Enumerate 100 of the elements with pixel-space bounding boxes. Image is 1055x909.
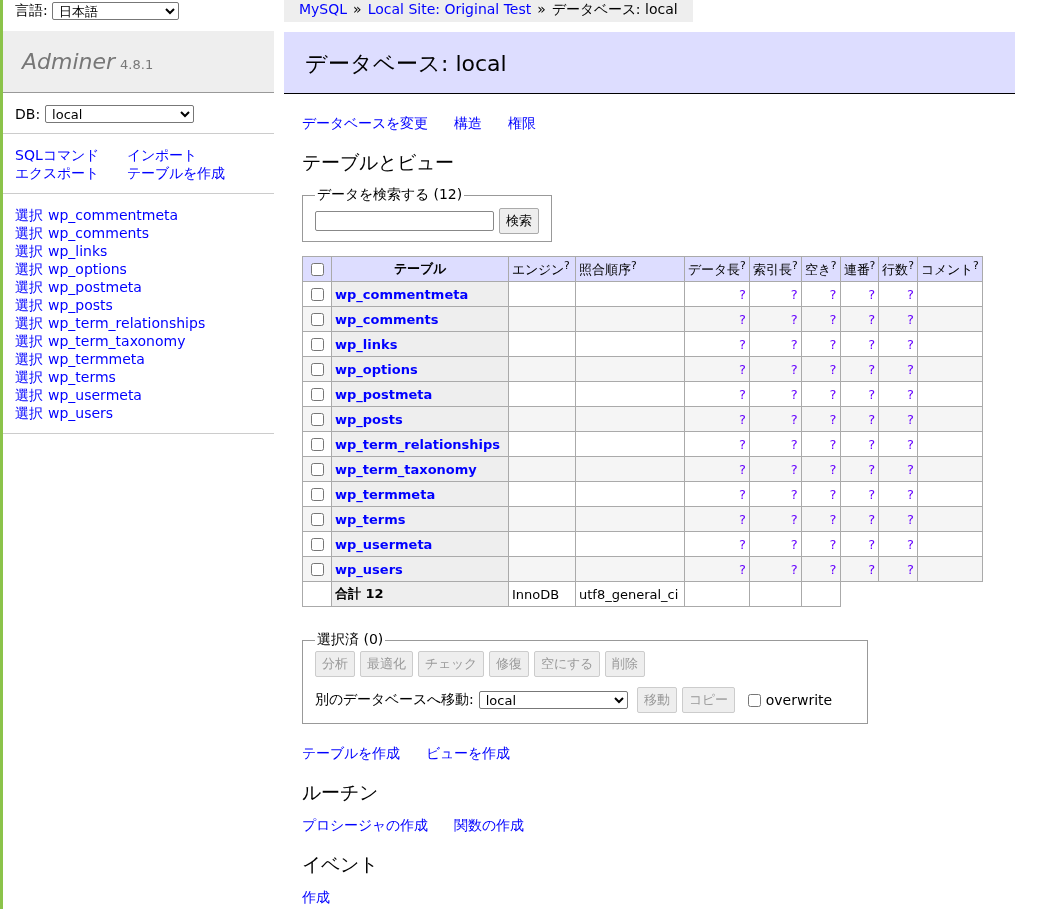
value-link[interactable]: ? bbox=[790, 386, 798, 402]
value-link[interactable]: ? bbox=[739, 536, 746, 552]
value-link[interactable]: ? bbox=[907, 436, 914, 452]
row-checkbox[interactable] bbox=[311, 362, 324, 376]
breadcrumb-link[interactable]: MySQL bbox=[299, 0, 348, 19]
value-link[interactable]: ? bbox=[907, 361, 914, 377]
value-link[interactable]: ? bbox=[829, 436, 837, 452]
table-link[interactable]: wp_posts bbox=[48, 296, 113, 314]
value-link[interactable]: ? bbox=[829, 286, 837, 302]
value-link[interactable]: ? bbox=[829, 486, 837, 502]
value-link[interactable]: ? bbox=[790, 536, 798, 552]
value-link[interactable]: ? bbox=[790, 436, 798, 452]
value-link[interactable]: ? bbox=[907, 486, 914, 502]
value-link[interactable]: ? bbox=[868, 461, 876, 477]
value-link[interactable]: ? bbox=[739, 336, 746, 352]
value-link[interactable]: ? bbox=[868, 436, 876, 452]
value-link[interactable]: ? bbox=[907, 386, 914, 402]
language-select[interactable]: 日本語 bbox=[51, 2, 179, 20]
value-link[interactable]: ? bbox=[790, 311, 798, 327]
value-link[interactable]: ? bbox=[868, 486, 876, 502]
table-link[interactable]: wp_users bbox=[48, 404, 114, 422]
value-link[interactable]: ? bbox=[739, 311, 746, 327]
nav-link[interactable]: 権限 bbox=[508, 114, 536, 132]
row-checkbox[interactable] bbox=[311, 487, 324, 501]
create-link[interactable]: 関数の作成 bbox=[454, 816, 524, 834]
row-checkbox[interactable] bbox=[311, 462, 324, 476]
select-link[interactable]: 選択 bbox=[15, 260, 43, 278]
value-link[interactable]: ? bbox=[790, 461, 798, 477]
value-link[interactable]: ? bbox=[829, 386, 837, 402]
select-link[interactable]: 選択 bbox=[15, 386, 43, 404]
table-link[interactable]: wp_comments bbox=[48, 224, 150, 242]
search-button[interactable]: 検索 bbox=[499, 208, 539, 234]
row-checkbox[interactable] bbox=[311, 387, 324, 401]
row-checkbox[interactable] bbox=[311, 412, 324, 426]
value-link[interactable]: ? bbox=[790, 511, 798, 527]
value-link[interactable]: ? bbox=[790, 361, 798, 377]
value-link[interactable]: ? bbox=[868, 411, 876, 427]
select-link[interactable]: 選択 bbox=[15, 314, 43, 332]
value-link[interactable]: ? bbox=[829, 536, 837, 552]
value-link[interactable]: ? bbox=[868, 336, 876, 352]
table-link[interactable]: wp_terms bbox=[48, 368, 116, 386]
value-link[interactable]: ? bbox=[790, 561, 798, 577]
sidebar-link[interactable]: テーブルを作成 bbox=[127, 164, 225, 182]
create-link[interactable]: プロシージャの作成 bbox=[302, 816, 428, 834]
select-link[interactable]: 選択 bbox=[15, 332, 43, 350]
select-link[interactable]: 選択 bbox=[15, 404, 43, 422]
create-link[interactable]: テーブルを作成 bbox=[302, 744, 400, 762]
select-link[interactable]: 選択 bbox=[15, 296, 43, 314]
nav-link[interactable]: 構造 bbox=[454, 114, 482, 132]
value-link[interactable]: ? bbox=[739, 411, 746, 427]
value-link[interactable]: ? bbox=[739, 486, 746, 502]
value-link[interactable]: ? bbox=[790, 411, 798, 427]
select-link[interactable]: 選択 bbox=[15, 206, 43, 224]
value-link[interactable]: ? bbox=[868, 361, 876, 377]
value-link[interactable]: ? bbox=[790, 336, 798, 352]
row-checkbox[interactable] bbox=[311, 337, 324, 351]
select-all-checkbox[interactable] bbox=[311, 262, 324, 276]
create-link[interactable]: 作成 bbox=[302, 888, 330, 906]
value-link[interactable]: ? bbox=[739, 361, 746, 377]
table-link[interactable]: wp_term_relationships bbox=[48, 314, 206, 332]
breadcrumb-link[interactable]: Local Site: Original Test bbox=[367, 0, 532, 19]
value-link[interactable]: ? bbox=[868, 561, 876, 577]
nav-link[interactable]: データベースを変更 bbox=[302, 114, 428, 132]
value-link[interactable]: ? bbox=[829, 561, 837, 577]
value-link[interactable]: ? bbox=[868, 311, 876, 327]
row-checkbox[interactable] bbox=[311, 312, 324, 326]
table-link[interactable]: wp_postmeta bbox=[48, 278, 142, 296]
value-link[interactable]: ? bbox=[907, 561, 914, 577]
value-link[interactable]: ? bbox=[907, 311, 914, 327]
value-link[interactable]: ? bbox=[829, 361, 837, 377]
value-link[interactable]: ? bbox=[829, 411, 837, 427]
select-link[interactable]: 選択 bbox=[15, 242, 43, 260]
select-link[interactable]: 選択 bbox=[15, 278, 43, 296]
table-link[interactable]: wp_options bbox=[48, 260, 127, 278]
row-checkbox[interactable] bbox=[311, 287, 324, 301]
table-link[interactable]: wp_usermeta bbox=[48, 386, 142, 404]
table-link[interactable]: wp_links bbox=[48, 242, 108, 260]
value-link[interactable]: ? bbox=[868, 286, 876, 302]
value-link[interactable]: ? bbox=[907, 461, 914, 477]
value-link[interactable]: ? bbox=[739, 436, 746, 452]
sidebar-link[interactable]: インポート bbox=[127, 146, 225, 164]
db-select[interactable]: local bbox=[45, 105, 195, 123]
value-link[interactable]: ? bbox=[829, 461, 837, 477]
value-link[interactable]: ? bbox=[868, 386, 876, 402]
value-link[interactable]: ? bbox=[739, 386, 746, 402]
search-field[interactable] bbox=[315, 211, 494, 231]
row-checkbox[interactable] bbox=[311, 562, 324, 576]
value-link[interactable]: ? bbox=[739, 511, 746, 527]
table-link[interactable]: wp_term_taxonomy bbox=[48, 332, 186, 350]
value-link[interactable]: ? bbox=[907, 336, 914, 352]
sidebar-link[interactable]: エクスポート bbox=[15, 164, 127, 182]
value-link[interactable]: ? bbox=[907, 411, 914, 427]
value-link[interactable]: ? bbox=[907, 536, 914, 552]
value-link[interactable]: ? bbox=[907, 511, 914, 527]
target-db-select[interactable]: local bbox=[478, 691, 628, 709]
value-link[interactable]: ? bbox=[829, 511, 837, 527]
select-link[interactable]: 選択 bbox=[15, 224, 43, 242]
row-checkbox[interactable] bbox=[311, 512, 324, 526]
value-link[interactable]: ? bbox=[790, 486, 798, 502]
value-link[interactable]: ? bbox=[829, 311, 837, 327]
